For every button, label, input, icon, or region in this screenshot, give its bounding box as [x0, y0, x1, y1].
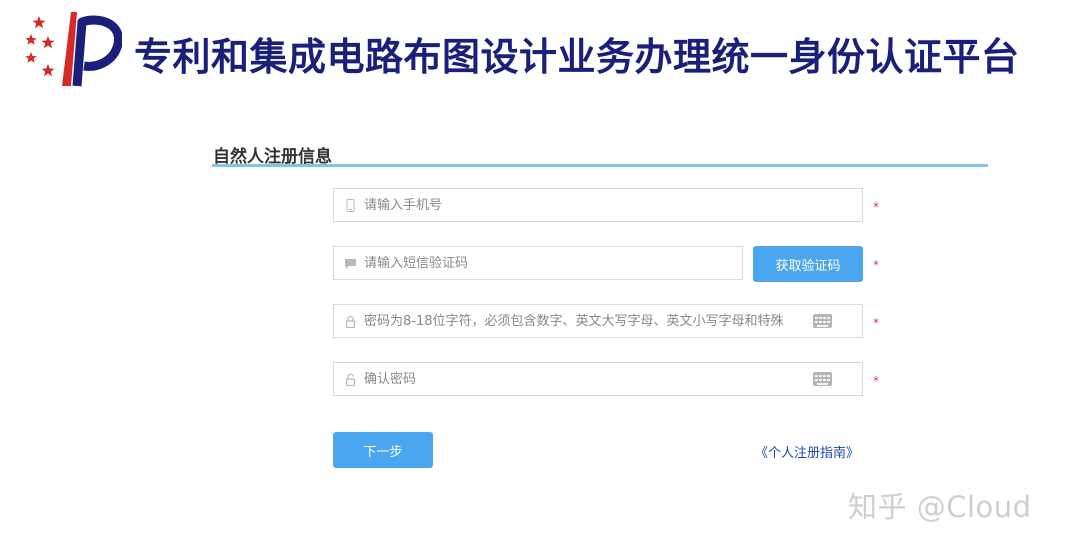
- get-code-button[interactable]: 获取验证码: [753, 246, 863, 282]
- keyboard-icon[interactable]: [813, 372, 832, 386]
- site-title: 专利和集成电路布图设计业务办理统一身份认证平台: [134, 35, 1020, 79]
- required-mark: *: [873, 374, 879, 388]
- registration-guide-link[interactable]: 《个人注册指南》: [755, 442, 859, 461]
- keyboard-icon[interactable]: [813, 314, 832, 328]
- next-step-button[interactable]: 下一步: [333, 432, 433, 468]
- message-icon: [345, 259, 356, 269]
- required-mark: *: [873, 258, 879, 272]
- password-input[interactable]: [364, 305, 814, 337]
- required-mark: *: [873, 200, 879, 214]
- confirm-password-input[interactable]: [364, 363, 794, 395]
- phone-field[interactable]: [333, 188, 863, 222]
- sms-code-field[interactable]: [333, 246, 743, 280]
- phone-input[interactable]: [364, 189, 844, 221]
- password-field[interactable]: [333, 304, 863, 338]
- lock-icon: [345, 315, 356, 328]
- section-divider: [212, 164, 988, 167]
- cnipa-logo-icon: [25, 12, 122, 87]
- watermark: 知乎 @Cloud: [848, 490, 1032, 524]
- confirm-password-field[interactable]: [333, 362, 863, 396]
- phone-icon: [346, 199, 355, 212]
- unlock-icon: [345, 373, 356, 386]
- required-mark: *: [873, 316, 879, 330]
- sms-code-input[interactable]: [364, 247, 724, 279]
- header: 专利和集成电路布图设计业务办理统一身份认证平台: [0, 0, 1068, 95]
